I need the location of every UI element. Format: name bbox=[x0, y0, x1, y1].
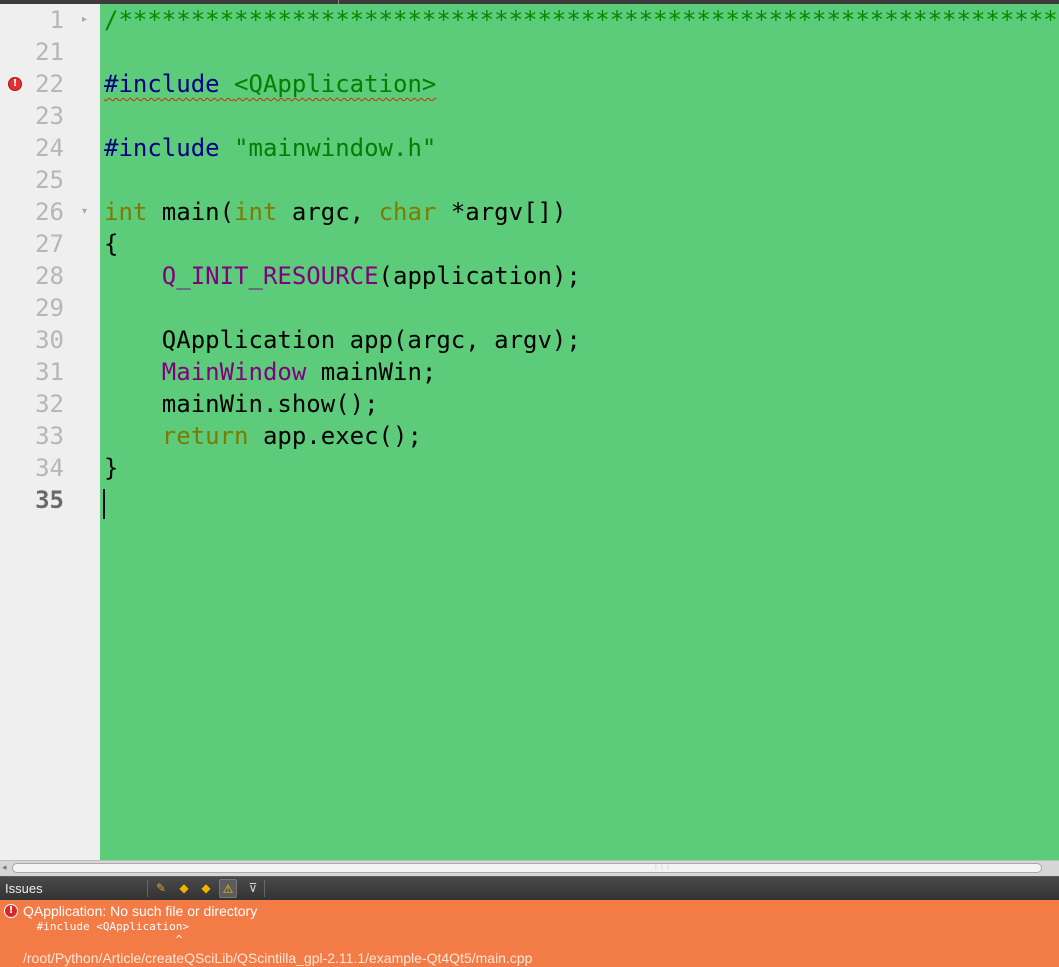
error-marker-icon[interactable]: ! bbox=[8, 77, 22, 91]
code-text: main( bbox=[147, 198, 235, 226]
line-number: 30 bbox=[35, 326, 64, 354]
code-line-22[interactable]: #include <QApplication> bbox=[104, 68, 436, 100]
code-line-24[interactable]: #include "mainwindow.h" bbox=[104, 132, 436, 164]
toolbar-separator bbox=[264, 880, 265, 897]
code-line-1[interactable]: /***************************************… bbox=[104, 4, 1058, 36]
keyword-int: int bbox=[104, 198, 148, 226]
gutter-row[interactable]: 35 bbox=[0, 484, 100, 516]
line-number: 29 bbox=[35, 294, 64, 322]
code-editor[interactable]: 1 ▸ 21 ! 22 23 24 25 26 ▾ 27 28 29 30 31… bbox=[0, 0, 1059, 860]
line-number: 23 bbox=[35, 102, 64, 130]
gutter-row[interactable]: 24 bbox=[0, 132, 100, 164]
include-directive: #include bbox=[104, 70, 235, 98]
code-line-27[interactable]: { bbox=[104, 228, 118, 260]
include-directive: #include bbox=[104, 134, 235, 162]
code-line-33[interactable]: return app.exec(); bbox=[104, 420, 422, 452]
next-issue-icon[interactable]: ◆ bbox=[197, 879, 215, 898]
gutter-row[interactable]: 31 bbox=[0, 356, 100, 388]
gutter-row[interactable]: 33 bbox=[0, 420, 100, 452]
gutter-row[interactable]: 30 bbox=[0, 324, 100, 356]
gutter-row[interactable]: 32 bbox=[0, 388, 100, 420]
line-number: 25 bbox=[35, 166, 64, 194]
code-text: app.exec(); bbox=[248, 422, 422, 450]
line-number: 31 bbox=[35, 358, 64, 386]
macro-q-init-resource: Q_INIT_RESOURCE bbox=[161, 262, 379, 290]
line-number: 26 bbox=[35, 198, 64, 226]
issue-file-path: /root/Python/Article/createQSciLib/QScin… bbox=[23, 950, 533, 966]
gutter-row[interactable]: 28 bbox=[0, 260, 100, 292]
code-line-28[interactable]: Q_INIT_RESOURCE(application); bbox=[104, 260, 581, 292]
scrollbar-grip-icon: ⋮⋮⋮ bbox=[653, 864, 671, 871]
code-line-26[interactable]: int main(int argc, char *argv[]) bbox=[104, 196, 566, 228]
code-text: (application); bbox=[378, 262, 581, 290]
line-number: 34 bbox=[35, 454, 64, 482]
code-line-34[interactable]: } bbox=[104, 452, 118, 484]
line-number: 28 bbox=[35, 262, 64, 290]
issue-source-context: #include <QApplication> ^ bbox=[36, 920, 189, 946]
scrollbar-thumb[interactable]: ⋮⋮⋮ bbox=[12, 863, 1042, 873]
horizontal-scrollbar[interactable]: ◂ ⋮⋮⋮ bbox=[0, 860, 1059, 876]
toolbar-separator bbox=[147, 880, 148, 897]
code-text: mainWin; bbox=[306, 358, 437, 386]
issues-toolbar: Issues ✎ ◆ ◆ ⚠ ⊽ bbox=[0, 876, 1059, 900]
issue-message: QApplication: No such file or directory bbox=[23, 903, 258, 919]
current-line-number: 35 bbox=[35, 486, 64, 514]
gutter-row[interactable]: 25 bbox=[0, 164, 100, 196]
line-number-gutter[interactable]: 1 ▸ 21 ! 22 23 24 25 26 ▾ 27 28 29 30 31… bbox=[0, 4, 100, 860]
clean-issues-icon[interactable]: ✎ bbox=[152, 879, 170, 898]
gutter-row[interactable]: 29 bbox=[0, 292, 100, 324]
line-number: 32 bbox=[35, 390, 64, 418]
gutter-row[interactable]: 27 bbox=[0, 228, 100, 260]
previous-issue-icon[interactable]: ◆ bbox=[175, 879, 193, 898]
gutter-row[interactable]: ! 22 bbox=[0, 68, 100, 100]
line-number: 27 bbox=[35, 230, 64, 258]
line-number: 22 bbox=[35, 70, 64, 98]
keyword-return: return bbox=[161, 422, 249, 450]
code-text-area[interactable]: /***************************************… bbox=[104, 4, 1059, 860]
code-text: argc, bbox=[277, 198, 379, 226]
include-string: "mainwindow.h" bbox=[234, 134, 437, 162]
code-text: *argv[]) bbox=[436, 198, 567, 226]
filter-icon[interactable]: ⊽ bbox=[244, 879, 262, 898]
gutter-row[interactable]: 26 ▾ bbox=[0, 196, 100, 228]
warning-filter-icon[interactable]: ⚠ bbox=[219, 879, 237, 898]
gutter-row[interactable]: 1 ▸ bbox=[0, 4, 100, 36]
line-number: 24 bbox=[35, 134, 64, 162]
keyword-char: char bbox=[378, 198, 437, 226]
issues-list[interactable]: ! QApplication: No such file or director… bbox=[0, 900, 1059, 967]
text-cursor bbox=[103, 489, 105, 519]
code-line-30[interactable]: QApplication app(argc, argv); bbox=[104, 324, 581, 356]
line-number: 1 bbox=[49, 6, 64, 34]
scroll-left-arrow-icon[interactable]: ◂ bbox=[2, 863, 12, 873]
error-icon: ! bbox=[4, 904, 18, 918]
line-number: 33 bbox=[35, 422, 64, 450]
issues-title[interactable]: Issues bbox=[5, 877, 43, 900]
code-line-32[interactable]: mainWin.show(); bbox=[104, 388, 379, 420]
gutter-row[interactable]: 23 bbox=[0, 100, 100, 132]
line-number: 21 bbox=[35, 38, 64, 66]
fold-collapse-icon[interactable]: ▾ bbox=[82, 196, 87, 228]
gutter-row[interactable]: 34 bbox=[0, 452, 100, 484]
keyword-int: int bbox=[234, 198, 278, 226]
class-mainwindow: MainWindow bbox=[161, 358, 307, 386]
fold-expand-icon[interactable]: ▸ bbox=[82, 4, 87, 36]
gutter-row[interactable]: 21 bbox=[0, 36, 100, 68]
code-line-31[interactable]: MainWindow mainWin; bbox=[104, 356, 437, 388]
include-header-error: <QApplication> bbox=[234, 70, 437, 98]
